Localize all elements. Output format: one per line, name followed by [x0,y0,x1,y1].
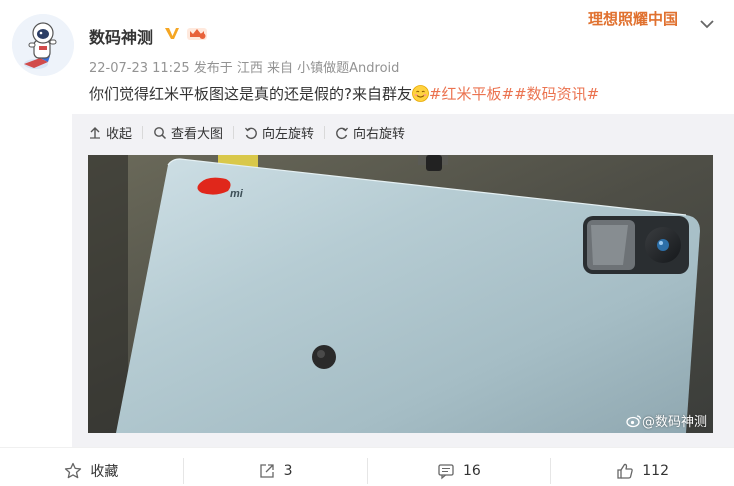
vip-crown-icon[interactable] [186,25,208,41]
rotate-right-label: 向右旋转 [353,127,406,142]
verified-badge-icon [165,28,179,39]
footer-divider [0,447,734,448]
star-icon [65,462,82,479]
magnifier-icon [154,126,167,139]
comment-count: 16 [462,463,481,479]
rotate-left-label: 向左旋转 [262,127,315,142]
weibo-logo-icon [626,414,642,427]
like-count: 112 [642,463,669,479]
collapse-label: 收起 [106,127,133,142]
avatar[interactable] [12,14,74,76]
toolbar-divider [324,126,326,139]
rotate-left-icon [245,127,257,139]
rotate-right-icon [336,127,349,139]
post-time[interactable]: 22-07-23 11:25 [89,61,190,76]
comment-button[interactable]: 16 [368,456,551,486]
thumbs-up-icon [617,463,634,479]
action-footer: 收藏 3 16 112 [0,456,734,486]
share-button[interactable]: 3 [184,456,367,486]
favorite-label: 收藏 [90,464,119,480]
image-toolbar: 收起 查看大图 向左旋转 向右旋转 [88,123,405,142]
hashtag-redmi-pad[interactable]: #红米平板# [429,85,514,103]
tablet-photo-image: mi [88,155,713,433]
top-watermark: 理想照耀中国 [588,10,679,28]
tablet-logo-text: mi [230,188,244,200]
photo-watermark: @数码神测 [626,411,707,430]
post-source: 来自 小镇做题Android [267,61,400,76]
post-text: 你们觉得红米平板图这是真的还是假的?来自群友 #红米平板##数码资讯# [89,83,599,104]
post-text-content: 你们觉得红米平板图这是真的还是假的?来自群友 [89,85,412,103]
rotate-left-button[interactable]: 向左旋转 [244,123,314,142]
rotate-right-button[interactable]: 向右旋转 [335,123,405,142]
view-large-label: 查看大图 [171,127,224,142]
toolbar-divider [142,126,144,139]
like-button[interactable]: 112 [551,456,734,486]
post-meta: 22-07-23 11:25 发布于 江西 来自 小镇做题Android [89,57,399,76]
chevron-down-icon[interactable] [699,18,715,30]
share-icon [260,464,274,478]
photo-watermark-text: @数码神测 [642,415,708,430]
author-name[interactable]: 数码神测 [89,24,153,48]
favorite-button[interactable]: 收藏 [0,456,183,486]
post-location: 发布于 江西 [193,61,263,76]
astronaut-avatar-icon [12,14,74,76]
view-large-button[interactable]: 查看大图 [153,123,223,142]
toolbar-divider [233,126,235,139]
hashtag-digital-news[interactable]: #数码资讯# [514,85,599,103]
collapse-button[interactable]: 收起 [88,123,132,142]
share-count: 3 [283,463,293,479]
collapse-up-icon [90,126,100,139]
smile-emoji-icon [412,85,429,102]
comment-icon [438,464,454,480]
post-photo[interactable]: mi [88,155,713,433]
